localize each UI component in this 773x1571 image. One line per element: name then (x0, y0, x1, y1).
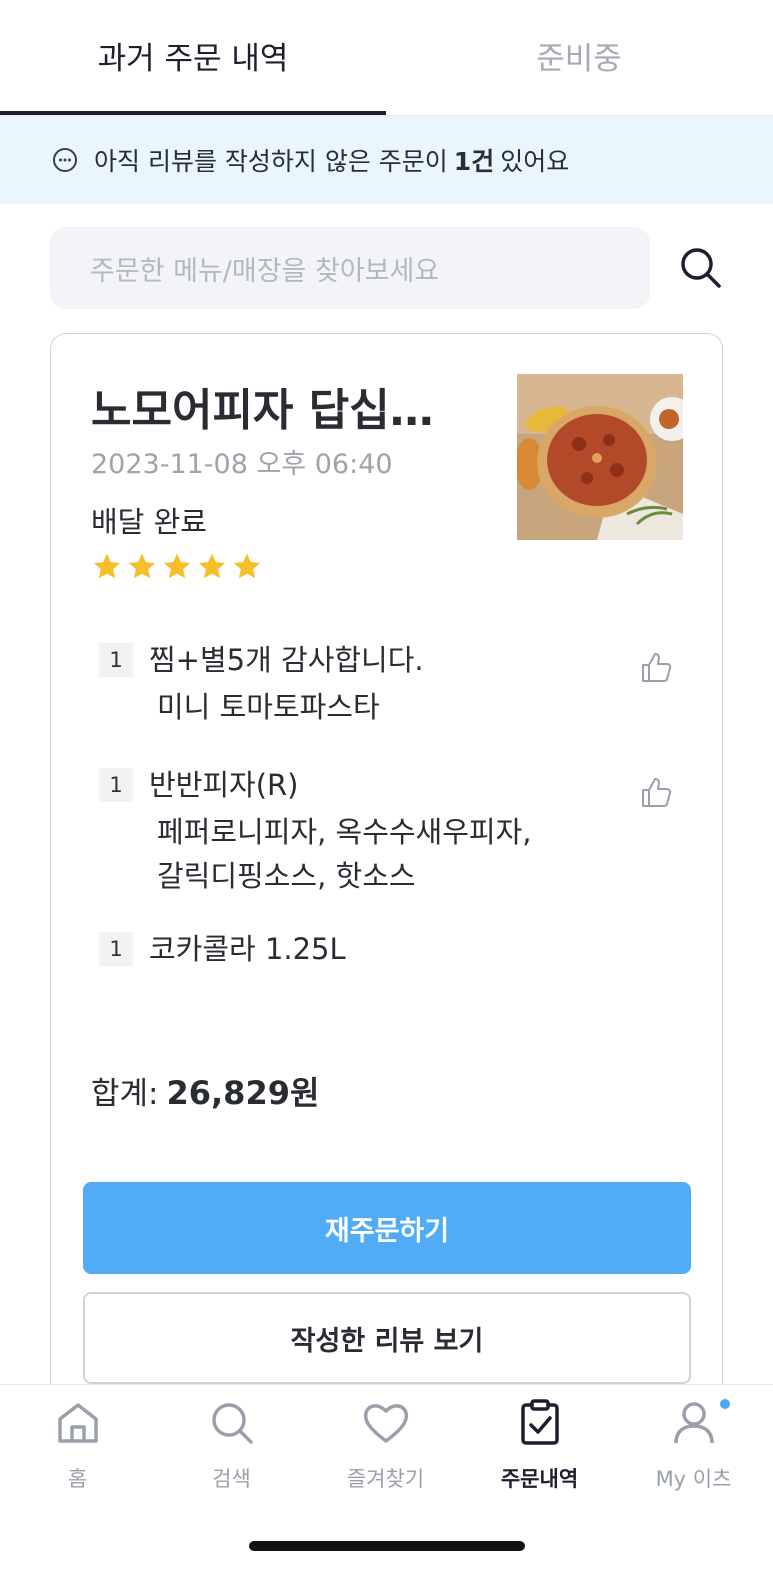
item-options: 페퍼로니피자, 옥수수새우피자, 갈릭디핑소스, 핫소스 (157, 810, 532, 898)
item-name: 반반피자(R) (149, 768, 299, 802)
total-label: 합계: (91, 1076, 159, 1112)
nav-item-order-history[interactable]: 주문내역 (462, 1385, 617, 1493)
thumbs-up-icon (642, 653, 672, 682)
reorder-button[interactable]: 재주문하기 (83, 1182, 691, 1274)
item-name: 코카콜라 1.25L (149, 932, 346, 966)
star-icon (198, 553, 226, 579)
order-tabs: 과거 주문 내역 준비중 (0, 0, 773, 116)
order-status: 배달 완료 (91, 505, 207, 539)
like-button[interactable] (640, 650, 674, 684)
notification-dot (720, 1399, 730, 1409)
nav-label: My 이츠 (655, 1467, 732, 1491)
notice-text: 아직 리뷰를 작성하지 않은 주문이 (94, 147, 448, 176)
like-button[interactable] (640, 775, 674, 809)
search-button[interactable] (674, 241, 728, 295)
item-quantity: 1 (99, 932, 133, 966)
search-placeholder: 주문한 메뉴/매장을 찾아보세요 (90, 255, 440, 287)
star-icon (128, 553, 156, 579)
order-search-input[interactable]: 주문한 메뉴/매장을 찾아보세요 (50, 227, 650, 309)
notice-count: 1건 (453, 147, 495, 176)
order-history-icon (520, 1399, 559, 1445)
item-option-line: 갈릭디핑소스, 핫소스 (157, 859, 416, 893)
tab-preparing[interactable]: 준비중 (386, 0, 772, 116)
nav-label: 주문내역 (500, 1467, 579, 1491)
star-icon (233, 553, 261, 579)
star-icon (93, 553, 121, 579)
nav-item-search[interactable]: 검색 (154, 1385, 309, 1493)
total-value: 26,829원 (166, 1074, 320, 1112)
nav-item-my-eats[interactable]: My 이츠 (616, 1385, 771, 1493)
notice-suffix: 있어요 (500, 147, 570, 176)
order-card: 노모어피자 답십… 2023-11-08 오후 06:40 배달 완료 1 찜+… (50, 333, 723, 1433)
home-icon (57, 1403, 98, 1443)
star-icon (163, 553, 191, 579)
item-name: 찜+별5개 감사합니다. (149, 643, 424, 677)
store-name[interactable]: 노모어피자 답십… (91, 374, 434, 438)
nav-label: 검색 (212, 1467, 251, 1491)
rating-stars (91, 551, 263, 583)
chat-bubble-icon (52, 147, 78, 173)
item-option-line: 페퍼로니피자, 옥수수새우피자, (157, 815, 532, 849)
home-indicator[interactable] (249, 1541, 525, 1551)
view-review-button[interactable]: 작성한 리뷰 보기 (83, 1292, 691, 1384)
thumbs-up-icon (642, 778, 672, 807)
nav-label: 즐겨찾기 (346, 1467, 425, 1491)
nav-label: 홈 (67, 1467, 88, 1491)
search-icon (681, 248, 721, 288)
store-thumbnail-image[interactable] (517, 374, 683, 540)
nav-item-home[interactable]: 홈 (0, 1385, 155, 1493)
order-date: 2023-11-08 오후 06:40 (91, 449, 393, 480)
tab-past-orders[interactable]: 과거 주문 내역 (0, 0, 386, 116)
item-quantity: 1 (99, 768, 133, 802)
item-option-line: 미니 토마토파스타 (157, 690, 380, 724)
order-total: 합계: 26,829원 (91, 1068, 319, 1114)
review-notice-banner[interactable]: 아직 리뷰를 작성하지 않은 주문이 1건 있어요 (0, 116, 773, 204)
search-icon (211, 1403, 253, 1444)
nav-item-favorites[interactable]: 즐겨찾기 (308, 1385, 463, 1493)
heart-icon (363, 1404, 408, 1443)
user-icon (673, 1402, 714, 1444)
active-tab-indicator (0, 111, 386, 115)
item-options: 미니 토마토파스타 (157, 685, 380, 729)
item-quantity: 1 (99, 643, 133, 677)
